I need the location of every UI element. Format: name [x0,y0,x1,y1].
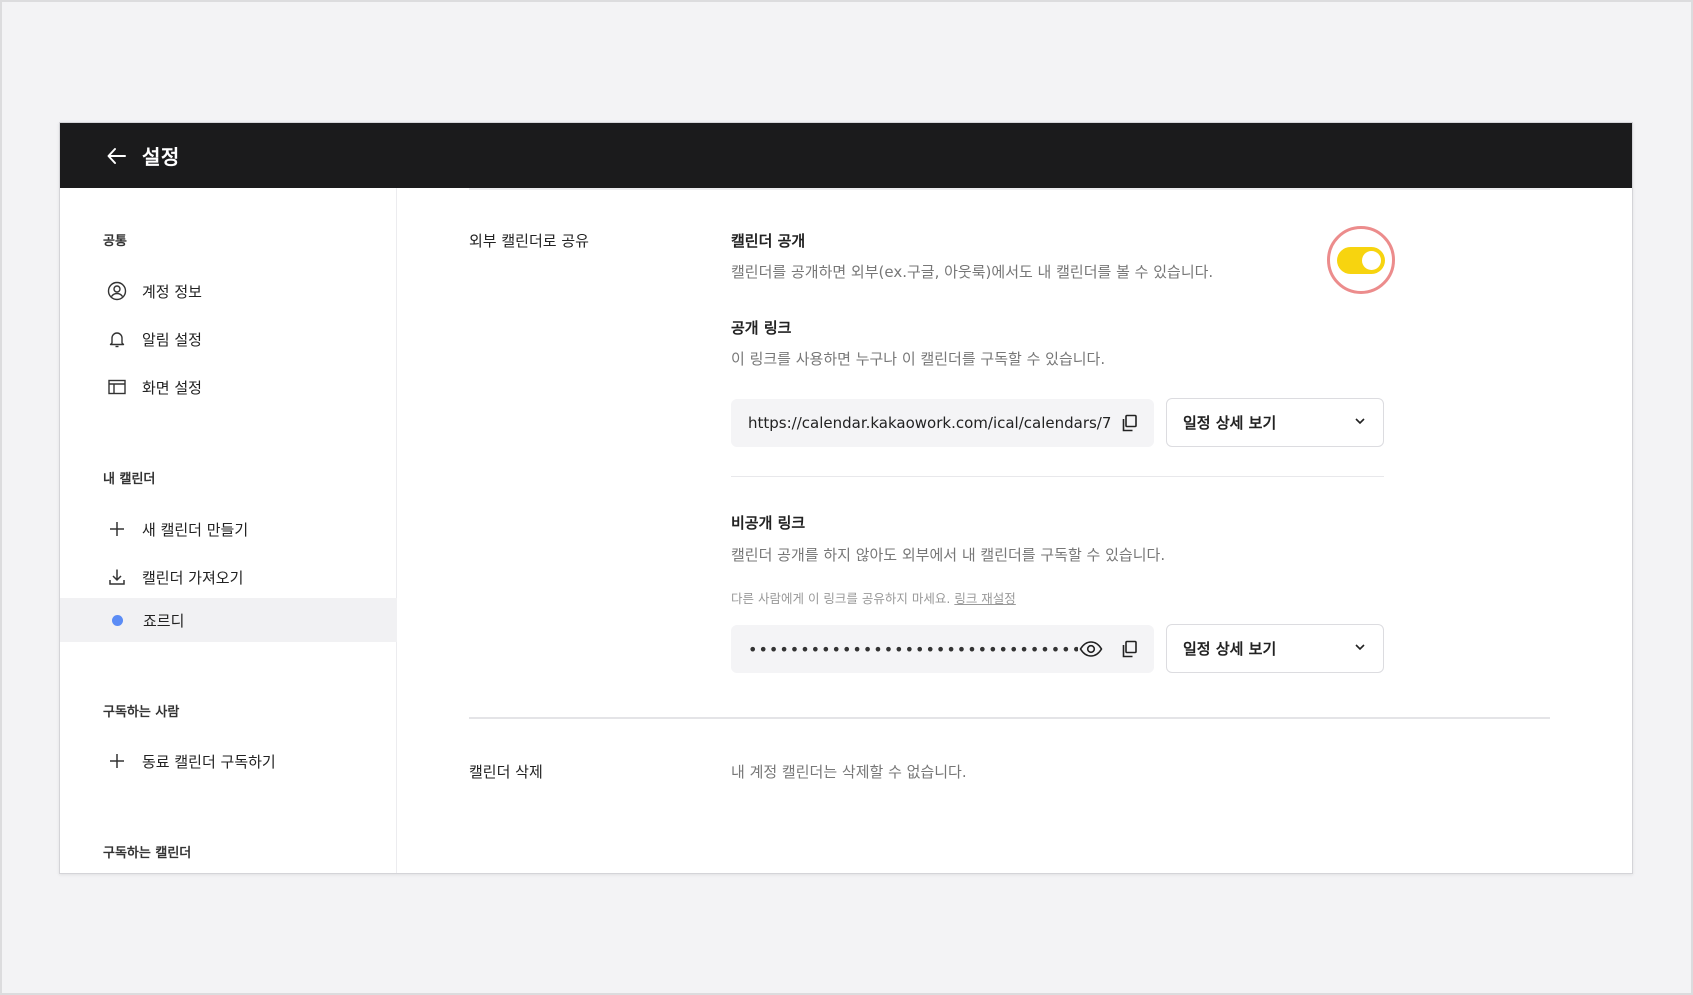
section-divider [469,717,1550,719]
public-link-detail-select[interactable]: 일정 상세 보기 [1166,398,1384,447]
sidebar-item-label: 새 캘린더 만들기 [142,520,249,539]
sidebar-section-common: 공통 [103,234,127,249]
delete-description: 내 계정 캘린더는 삭제할 수 없습니다. [731,763,967,781]
sidebar-section-my-calendar: 내 캘린더 [103,472,156,487]
private-link-warning: 다른 사람에게 이 링크를 공유하지 마세요. 링크 재설정 [731,588,1016,607]
calendar-color-dot-icon [112,614,123,626]
bell-icon [106,328,128,350]
sidebar-item-new-calendar[interactable]: 새 캘린더 만들기 [60,507,397,551]
public-calendar-title: 캘린더 공개 [731,232,806,250]
select-value: 일정 상세 보기 [1183,640,1277,658]
public-link-url: https://calendar.kakaowork.com/ical/cale… [748,414,1112,432]
private-link-description: 캘린더 공개를 하지 않아도 외부에서 내 캘린더를 구독할 수 있습니다. [731,546,1166,564]
user-circle-icon [106,280,128,302]
title-bar: 설정 [60,123,1632,188]
sidebar: 공통 계정 정보 알림 설정 화면 설정 내 캘린더 새 캘린더 만들기 캘린더… [60,188,397,873]
sidebar-item-subscribe-colleague[interactable]: 동료 캘린더 구독하기 [60,739,397,783]
sidebar-item-jordy-calendar[interactable]: 죠르디 [60,598,397,642]
sidebar-item-display[interactable]: 화면 설정 [60,365,397,409]
back-arrow-icon[interactable] [104,143,130,169]
sidebar-item-label: 동료 캘린더 구독하기 [142,752,276,771]
sidebar-section-subscribed-calendars: 구독하는 캘린더 [103,846,192,861]
chevron-down-icon [1353,640,1367,658]
toggle-highlight [1327,226,1395,294]
private-link-warning-text: 다른 사람에게 이 링크를 공유하지 마세요. [731,591,951,606]
sidebar-item-label: 죠르디 [143,611,185,630]
public-link-field[interactable]: https://calendar.kakaowork.com/ical/cale… [731,399,1154,447]
sidebar-item-label: 알림 설정 [142,330,202,349]
eye-icon[interactable] [1078,636,1104,662]
public-calendar-description: 캘린더를 공개하면 외부(ex.구글, 아웃룩)에서도 내 캘린더를 볼 수 있… [731,263,1214,281]
sidebar-item-notifications[interactable]: 알림 설정 [60,317,397,361]
copy-icon[interactable] [1116,410,1142,436]
chevron-down-icon [1353,414,1367,432]
reset-link[interactable]: 링크 재설정 [954,591,1015,606]
private-link-title: 비공개 링크 [731,514,806,532]
sidebar-item-label: 캘린더 가져오기 [142,568,244,587]
public-calendar-toggle[interactable] [1337,246,1385,274]
section-divider [469,188,1550,190]
share-section-label: 외부 캘린더로 공유 [469,232,589,250]
select-value: 일정 상세 보기 [1183,414,1277,432]
public-link-description: 이 링크를 사용하면 누구나 이 캘린더를 구독할 수 있습니다. [731,350,1106,368]
link-divider [731,476,1384,477]
plus-icon [106,518,128,540]
toggle-knob [1362,250,1381,270]
public-link-title: 공개 링크 [731,319,792,337]
sidebar-item-import-calendar[interactable]: 캘린더 가져오기 [60,555,397,599]
sidebar-section-subscribers: 구독하는 사람 [103,705,180,720]
private-link-detail-select[interactable]: 일정 상세 보기 [1166,624,1384,673]
settings-window: 설정 공통 계정 정보 알림 설정 화면 설정 내 캘린더 새 캘린더 만들기 … [59,122,1633,874]
download-icon [106,566,128,588]
private-link-field[interactable]: •••••••••••••••••••••••••••••••••••••• [731,625,1154,673]
sidebar-item-label: 화면 설정 [142,378,202,397]
sidebar-item-label: 계정 정보 [142,282,202,301]
main-content: 외부 캘린더로 공유 캘린더 공개 캘린더를 공개하면 외부(ex.구글, 아웃… [397,188,1632,873]
private-link-masked: •••••••••••••••••••••••••••••••••••••• [748,639,1078,659]
plus-icon [106,750,128,772]
layout-icon [106,376,128,398]
delete-section-label: 캘린더 삭제 [469,763,543,781]
page-title: 설정 [142,145,180,169]
copy-icon[interactable] [1116,636,1142,662]
sidebar-item-account[interactable]: 계정 정보 [60,269,397,313]
